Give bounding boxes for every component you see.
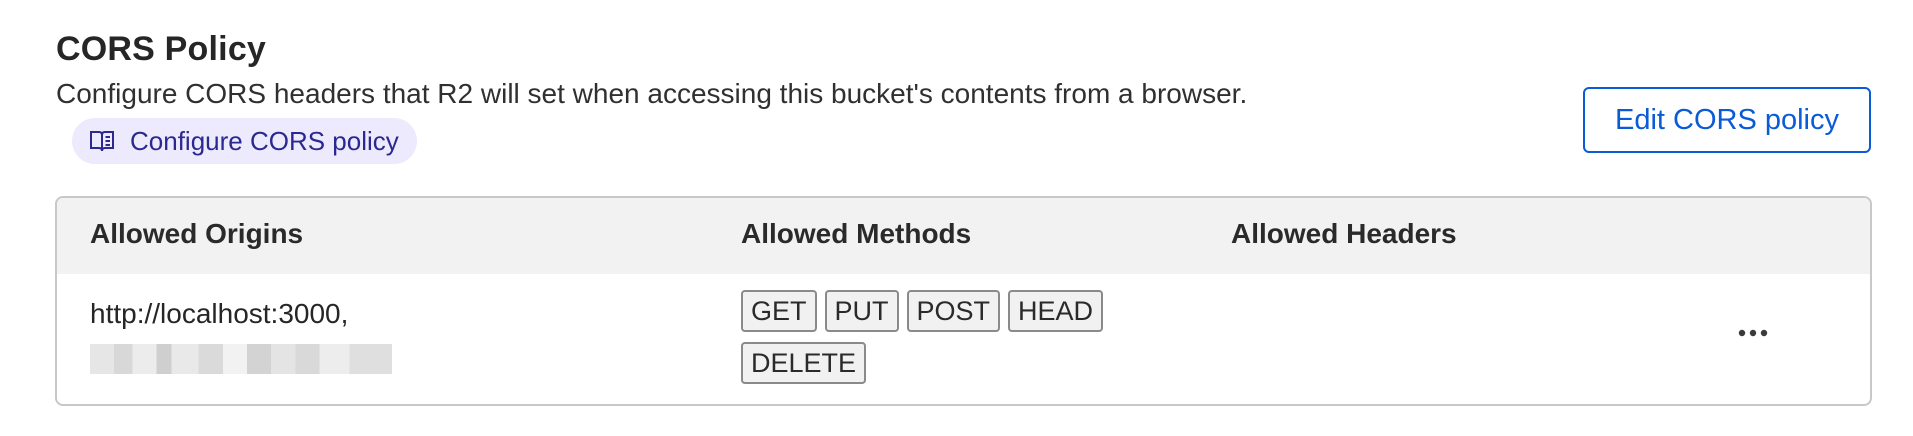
- configure-cors-docs-link-label: Configure CORS policy: [130, 125, 399, 156]
- redacted-origin: [90, 344, 392, 374]
- column-header-allowed-origins: Allowed Origins: [90, 218, 304, 249]
- cors-policy-table: Allowed Origins Allowed Methods Allowed …: [55, 196, 1872, 406]
- table-row: http://localhost:3000, GET PUT POST HEAD…: [57, 274, 1870, 404]
- column-header-allowed-headers: Allowed Headers: [1231, 218, 1457, 249]
- edit-cors-policy-button[interactable]: Edit CORS policy: [1583, 87, 1871, 153]
- table-header: Allowed Origins Allowed Methods Allowed …: [57, 198, 1870, 274]
- method-badge: GET: [741, 290, 817, 332]
- row-actions-button[interactable]: [1729, 318, 1777, 348]
- more-horizontal-icon: [1738, 324, 1768, 342]
- method-badge: PUT: [824, 290, 899, 332]
- allowed-methods-list: GET PUT POST HEAD DELETE: [741, 290, 1161, 384]
- book-icon: [88, 127, 116, 155]
- section-description: Configure CORS headers that R2 will set …: [56, 78, 1248, 109]
- column-header-allowed-methods: Allowed Methods: [741, 218, 972, 249]
- method-badge: POST: [906, 290, 1001, 332]
- section-title: CORS Policy: [56, 30, 267, 68]
- configure-cors-docs-link[interactable]: Configure CORS policy: [72, 118, 417, 164]
- method-badge: DELETE: [741, 342, 867, 384]
- method-badge: HEAD: [1008, 290, 1104, 332]
- allowed-origin-value: http://localhost:3000,: [90, 298, 349, 329]
